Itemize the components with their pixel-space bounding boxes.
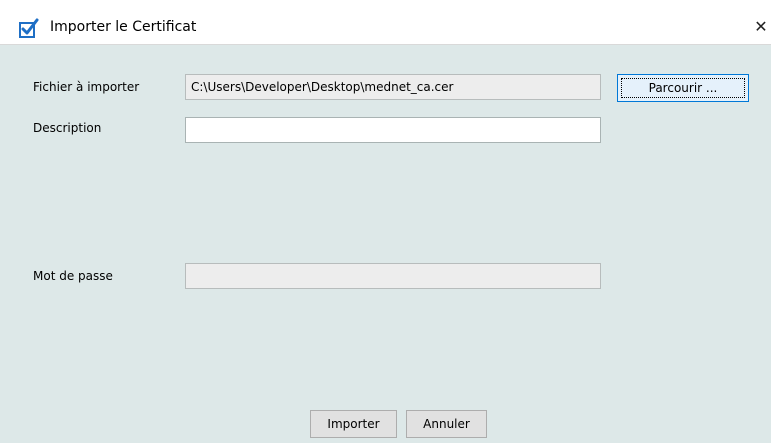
description-label: Description (33, 121, 102, 135)
file-path-field[interactable]: C:\Users\Developer\Desktop\mednet_ca.cer (185, 74, 601, 100)
password-label: Mot de passe (33, 269, 113, 283)
title-bar: Importer le Certificat ✕ (0, 0, 771, 45)
file-label: Fichier à importer (33, 80, 140, 94)
title-divider (0, 44, 771, 45)
checkmark-icon (19, 18, 39, 38)
import-certificate-dialog: Importer le Certificat ✕ Fichier à impor… (0, 0, 771, 443)
browse-button-label: Parcourir ... (648, 81, 718, 95)
browse-button[interactable]: Parcourir ... (617, 74, 749, 102)
import-button[interactable]: Importer (310, 410, 397, 438)
password-field[interactable] (185, 263, 601, 289)
close-icon[interactable]: ✕ (751, 15, 771, 39)
cancel-button[interactable]: Annuler (406, 410, 487, 438)
description-field[interactable] (185, 117, 601, 143)
window-title: Importer le Certificat (50, 19, 197, 35)
